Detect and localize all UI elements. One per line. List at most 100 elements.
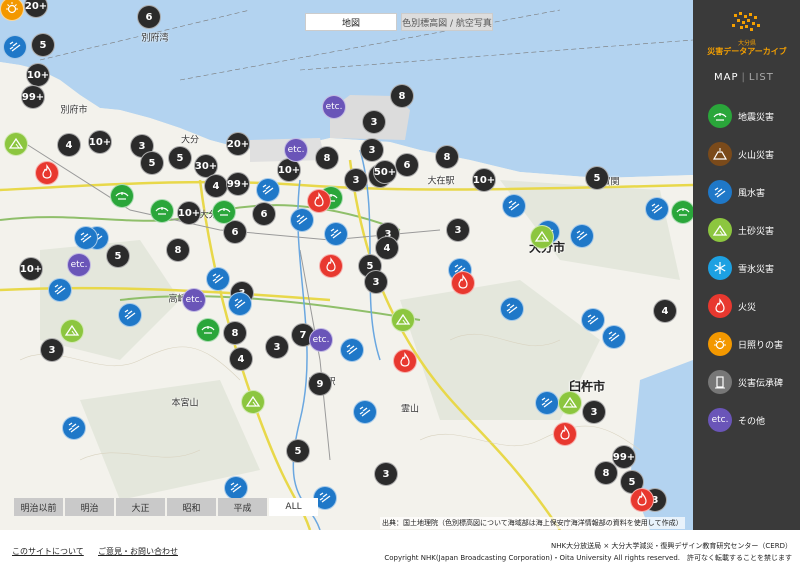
era-button[interactable]: 大正 — [116, 498, 165, 516]
legend-flood[interactable]: 風水害 — [708, 179, 765, 205]
era-button[interactable]: 明治以前 — [14, 498, 63, 516]
flood-marker[interactable] — [340, 338, 364, 362]
flood-marker[interactable] — [645, 197, 669, 221]
flood-marker[interactable] — [48, 278, 72, 302]
flood-marker[interactable] — [500, 297, 524, 321]
quake-marker[interactable] — [671, 200, 693, 224]
cluster-marker[interactable]: 6 — [137, 5, 161, 29]
cluster-marker[interactable]: 10+ — [19, 257, 43, 281]
tab-list[interactable]: LIST — [749, 72, 774, 83]
era-button[interactable]: ALL — [269, 498, 318, 516]
cluster-marker[interactable]: 8 — [223, 321, 247, 345]
quake-marker[interactable] — [110, 184, 134, 208]
flood-marker[interactable] — [256, 178, 280, 202]
cluster-marker[interactable]: 10+ — [177, 201, 201, 225]
cluster-marker[interactable]: 3 — [265, 335, 289, 359]
legend-etc[interactable]: etc. その他 — [708, 407, 765, 433]
cluster-marker[interactable]: 4 — [375, 236, 399, 260]
cluster-marker[interactable]: 8 — [166, 238, 190, 262]
era-button[interactable]: 明治 — [65, 498, 114, 516]
cluster-marker[interactable]: 4 — [57, 133, 81, 157]
cluster-marker[interactable]: 99+ — [612, 445, 636, 469]
fire-marker[interactable] — [451, 271, 475, 295]
cluster-marker[interactable]: 20+ — [226, 132, 250, 156]
fire-marker[interactable] — [35, 161, 59, 185]
cluster-marker[interactable]: 5 — [286, 439, 310, 463]
about-link[interactable]: このサイトについて — [12, 546, 84, 557]
cluster-marker[interactable]: 8 — [315, 146, 339, 170]
cluster-marker[interactable]: 4 — [653, 299, 677, 323]
quake-marker[interactable] — [150, 199, 174, 223]
cluster-marker[interactable]: 3 — [344, 168, 368, 192]
flood-marker[interactable] — [224, 476, 248, 500]
legend-volcano[interactable]: 火山災害 — [708, 141, 774, 167]
cluster-marker[interactable]: 5 — [140, 151, 164, 175]
cluster-marker[interactable]: 3 — [362, 110, 386, 134]
legend-monument[interactable]: 災害伝承碑 — [708, 369, 783, 395]
cluster-marker[interactable]: 3 — [40, 338, 64, 362]
flood-marker[interactable] — [74, 226, 98, 250]
flood-marker[interactable] — [502, 194, 526, 218]
legend-landslide[interactable]: 土砂災害 — [708, 217, 774, 243]
flood-marker[interactable] — [290, 208, 314, 232]
fire-marker[interactable] — [630, 488, 654, 512]
fire-marker[interactable] — [553, 422, 577, 446]
quake-marker[interactable] — [196, 318, 220, 342]
site-logo[interactable]: 大分県 災害データアーカイブ — [704, 10, 790, 60]
era-button[interactable]: 昭和 — [167, 498, 216, 516]
etc-marker[interactable]: etc. — [309, 328, 333, 352]
cluster-marker[interactable]: 3 — [360, 138, 384, 162]
cluster-marker[interactable]: 3 — [374, 462, 398, 486]
landslide-marker[interactable] — [60, 319, 84, 343]
contact-link[interactable]: ご意見・お問い合わせ — [98, 546, 178, 557]
cluster-marker[interactable]: 5 — [168, 146, 192, 170]
etc-marker[interactable]: etc. — [322, 95, 346, 119]
tab-map[interactable]: MAP — [714, 72, 739, 83]
cluster-marker[interactable]: 99+ — [21, 85, 45, 109]
cluster-marker[interactable]: 3 — [364, 270, 388, 294]
cluster-marker[interactable]: 5 — [31, 33, 55, 57]
cluster-marker[interactable]: 4 — [204, 174, 228, 198]
fire-marker[interactable] — [393, 349, 417, 373]
cluster-marker[interactable]: 6 — [395, 153, 419, 177]
cluster-marker[interactable]: 10+ — [472, 168, 496, 192]
etc-marker[interactable]: etc. — [284, 138, 308, 162]
cluster-marker[interactable]: 10+ — [26, 63, 50, 87]
map-toggle-standard[interactable]: 地図 — [305, 13, 397, 31]
flood-marker[interactable] — [3, 35, 27, 59]
landslide-marker[interactable] — [558, 391, 582, 415]
cluster-marker[interactable]: 3 — [582, 400, 606, 424]
cluster-marker[interactable]: 5 — [106, 244, 130, 268]
fire-marker[interactable] — [307, 189, 331, 213]
legend-snow[interactable]: 雪氷災害 — [708, 255, 774, 281]
flood-marker[interactable] — [62, 416, 86, 440]
landslide-marker[interactable] — [391, 308, 415, 332]
cluster-marker[interactable]: 3 — [446, 218, 470, 242]
flood-marker[interactable] — [353, 400, 377, 424]
cluster-marker[interactable]: 9 — [308, 372, 332, 396]
cluster-marker[interactable]: 5 — [585, 166, 609, 190]
cluster-marker[interactable]: 99+ — [226, 172, 250, 196]
flood-marker[interactable] — [118, 303, 142, 327]
landslide-marker[interactable] — [530, 225, 554, 249]
legend-drought[interactable]: 日照りの害 — [708, 331, 783, 357]
fire-marker[interactable] — [319, 254, 343, 278]
landslide-marker[interactable] — [4, 132, 28, 156]
disaster-map[interactable]: 大分市臼杵市別府市大分大分駅別府湾高崎山本宮山霊山鶴崎駅大在駅佐賀関 20+65… — [0, 0, 693, 530]
flood-marker[interactable] — [602, 325, 626, 349]
flood-marker[interactable] — [535, 391, 559, 415]
cluster-marker[interactable]: 4 — [229, 347, 253, 371]
flood-marker[interactable] — [324, 222, 348, 246]
etc-marker[interactable]: etc. — [67, 253, 91, 277]
cluster-marker[interactable]: 10+ — [88, 130, 112, 154]
map-toggle-terrain[interactable]: 色別標高図 / 航空写真 — [401, 13, 493, 31]
legend-quake[interactable]: 地震災害 — [708, 103, 774, 129]
legend-fire[interactable]: 火災 — [708, 293, 756, 319]
etc-marker[interactable]: etc. — [182, 288, 206, 312]
cluster-marker[interactable]: 50+ — [373, 160, 397, 184]
flood-marker[interactable] — [581, 308, 605, 332]
landslide-marker[interactable] — [241, 390, 265, 414]
flood-marker[interactable] — [570, 224, 594, 248]
cluster-marker[interactable]: 8 — [390, 84, 414, 108]
flood-marker[interactable] — [206, 267, 230, 291]
